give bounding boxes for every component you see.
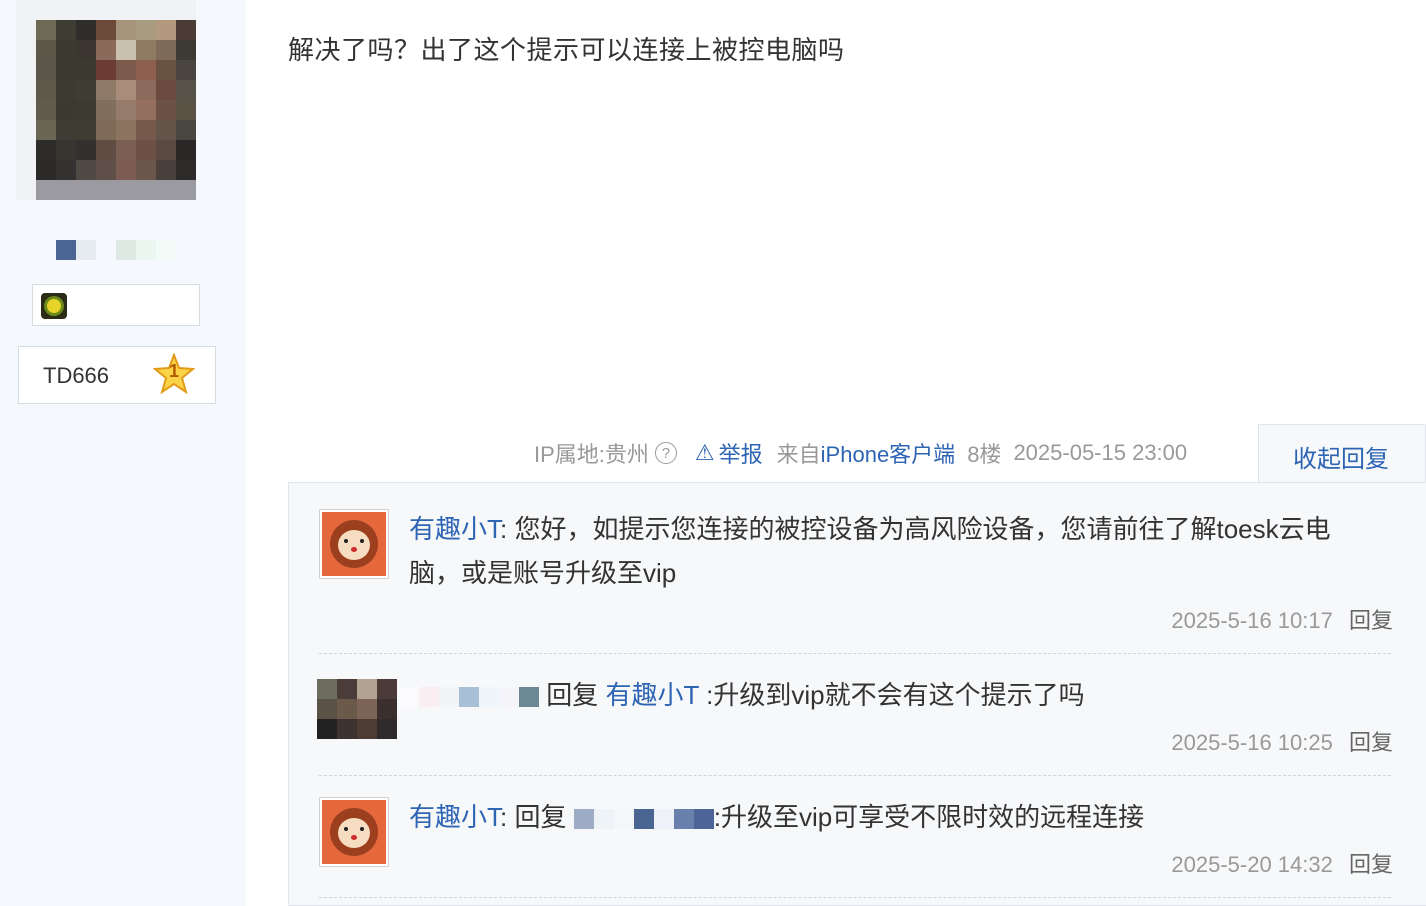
floor-number: 8楼 [967, 442, 1002, 467]
reply-meta: 2025-5-20 14:32 回复 [1171, 847, 1393, 879]
reply-text: :升级到vip就不会有这个提示了吗 [706, 680, 1085, 710]
reply-word: 回复 [514, 802, 567, 832]
reply-text-line2: 脑，或是账号升级至vip [409, 558, 677, 588]
reply-button[interactable]: 回复 [1349, 730, 1393, 755]
help-icon[interactable]: ? [654, 442, 677, 464]
pixelated-avatar[interactable] [317, 679, 397, 739]
reply-meta: 2025-5-16 10:25 回复 [1171, 725, 1393, 757]
level-number: 1 [168, 361, 179, 381]
level-name: TD666 [43, 363, 110, 388]
reply-timestamp: 2025-5-16 10:25 [1171, 730, 1333, 755]
reply-content: 有趣小T: 您好，如提示您连接的被控设备为高风险设备，您请前往了解toesk云电… [409, 514, 1331, 588]
author-name-blurred[interactable] [56, 240, 176, 260]
reply-text-line1: 您好，如提示您连接的被控设备为高风险设备，您请前往了解toesk云电 [514, 514, 1331, 544]
reply-divider [319, 775, 1391, 776]
post-meta-bar: IP属地:贵州 ? ⚠ 举报 来自 iPhone客户端 8楼 2025-05-1… [534, 438, 1187, 468]
member-badge-icon [41, 293, 67, 319]
reply-target-user[interactable]: 有趣小T [605, 680, 698, 710]
reply-content: 有趣小T: 回复 :升级至vip可享受不限时效的远程连接 [409, 802, 1145, 832]
reply-meta: 2025-5-16 10:17 回复 [1171, 603, 1393, 635]
reply-username[interactable]: 有趣小T [409, 802, 500, 832]
source-client-link[interactable]: iPhone客户端 [821, 437, 956, 469]
source-prefix: 来自 [776, 442, 821, 467]
reply-content: 回复 有趣小T :升级到vip就不会有这个提示了吗 [399, 673, 1085, 717]
level-star-icon: 1 [152, 352, 196, 395]
username-blurred[interactable] [399, 687, 539, 708]
lion-avatar[interactable] [319, 509, 389, 579]
report-label: 举报 [718, 442, 763, 467]
ip-location: IP属地:贵州 [534, 442, 649, 467]
reply-username[interactable]: 有趣小T [409, 514, 500, 544]
author-avatar[interactable] [16, 0, 196, 200]
author-sidebar: TD666 1 [0, 0, 246, 906]
username-blurred[interactable] [573, 809, 714, 830]
reply-timestamp: 2025-5-20 14:32 [1171, 852, 1333, 877]
reply-divider [319, 897, 1391, 898]
reply-word: 回复 [546, 680, 599, 710]
user-level-box[interactable]: TD666 1 [18, 346, 216, 404]
member-badge-box[interactable] [32, 284, 200, 326]
reply-button[interactable]: 回复 [1349, 852, 1393, 877]
collapse-label: 收起回复 [1293, 446, 1389, 473]
collapse-replies-button[interactable]: 收起回复 [1258, 424, 1426, 484]
reply-button[interactable]: 回复 [1349, 608, 1393, 633]
post-timestamp: 2025-05-15 23:00 [1013, 440, 1188, 465]
reply-timestamp: 2025-5-16 10:17 [1171, 608, 1333, 633]
lion-avatar[interactable] [319, 797, 389, 867]
warning-icon: ⚠ [694, 440, 715, 465]
report-link[interactable]: ⚠ 举报 [695, 437, 763, 469]
reply-text: :升级至vip可享受不限时效的远程连接 [713, 802, 1145, 832]
reply-divider [319, 653, 1391, 654]
post-content: 解决了吗？出了这个提示可以连接上被控电脑吗 [288, 35, 845, 65]
replies-panel: 有趣小T: 您好，如提示您连接的被控设备为高风险设备，您请前往了解toesk云电… [288, 482, 1426, 906]
avatar-frame [36, 180, 196, 200]
